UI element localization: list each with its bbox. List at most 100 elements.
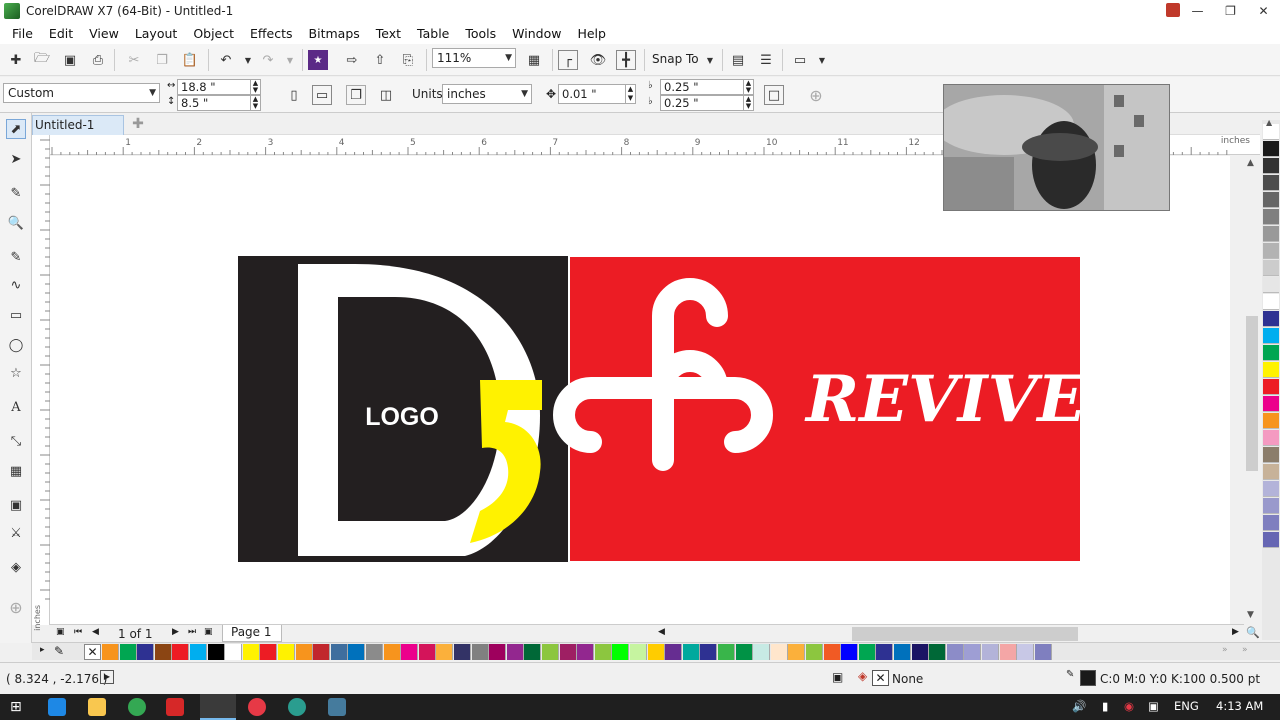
- nudge-spinner[interactable]: ▲ ▼: [625, 85, 635, 103]
- palette-swatch[interactable]: [225, 644, 243, 660]
- scroll-right-icon[interactable]: ▶: [1232, 627, 1239, 637]
- windows-start-icon[interactable]: ⊞: [10, 698, 28, 716]
- palette-swatch[interactable]: [330, 644, 348, 660]
- palette-scroll-up-icon[interactable]: ▲: [1266, 118, 1272, 127]
- palette-swatch[interactable]: [735, 644, 753, 660]
- duplicate-y-input[interactable]: 0.25 " ▲ ▼: [660, 95, 754, 111]
- scroll-left-icon[interactable]: ◀: [658, 627, 665, 637]
- palette-swatch[interactable]: [1263, 464, 1279, 480]
- page-size-combo[interactable]: Custom ▼: [3, 83, 160, 103]
- show-guidelines-icon[interactable]: ╋: [616, 50, 636, 70]
- next-page-icon[interactable]: ▶: [172, 627, 179, 637]
- recorder-icon[interactable]: [288, 698, 306, 716]
- dup-x-spinner[interactable]: ▲ ▼: [743, 80, 753, 94]
- palette-swatch[interactable]: [1263, 498, 1279, 514]
- palette-swatch[interactable]: [1263, 328, 1279, 344]
- height-spinner[interactable]: ▲ ▼: [250, 96, 260, 110]
- zoom-level-combo[interactable]: 111% ▼: [432, 48, 516, 68]
- crop-tool-icon[interactable]: ✎: [6, 183, 26, 203]
- palette-swatch[interactable]: [594, 644, 612, 660]
- palette-swatch[interactable]: [1263, 532, 1279, 548]
- maximize-button[interactable]: ❐: [1214, 0, 1247, 22]
- clock[interactable]: 4:13 AM: [1216, 699, 1263, 713]
- fill-none-swatch[interactable]: ✕: [872, 670, 889, 686]
- extrude-tool-icon[interactable]: ▣: [6, 495, 26, 515]
- palette-swatch[interactable]: [823, 644, 841, 660]
- palette-swatch[interactable]: [154, 644, 172, 660]
- snap-to-dropdown-icon[interactable]: ▼: [700, 50, 720, 70]
- palette-swatch[interactable]: [278, 644, 295, 660]
- options-icon[interactable]: ▤: [728, 50, 748, 70]
- eyedropper-tool-icon[interactable]: ⚔: [6, 523, 26, 543]
- app-icon[interactable]: [328, 698, 346, 716]
- vertical-scroll-thumb[interactable]: [1246, 316, 1258, 471]
- palette-swatch[interactable]: [577, 644, 595, 660]
- palette-swatch[interactable]: [1263, 158, 1279, 174]
- page-height-input[interactable]: 8.5 " ▲ ▼: [177, 95, 261, 111]
- palette-swatch[interactable]: [1263, 277, 1279, 293]
- palette-scroll-left-icon[interactable]: ▸: [40, 645, 45, 655]
- shape-tool-icon[interactable]: ➤: [6, 149, 26, 169]
- palette-swatch[interactable]: [242, 644, 260, 660]
- prev-page-icon[interactable]: ◀: [92, 627, 99, 637]
- palette-swatch[interactable]: [858, 644, 876, 660]
- palette-swatch[interactable]: [964, 644, 982, 660]
- artistic-media-tool-icon[interactable]: ∿: [6, 275, 26, 295]
- palette-swatch[interactable]: [876, 644, 894, 660]
- palette-swatch[interactable]: [630, 644, 647, 660]
- menu-view[interactable]: View: [81, 26, 127, 41]
- menu-text[interactable]: Text: [368, 26, 409, 41]
- copy-icon[interactable]: ❐: [152, 50, 172, 70]
- publish-pdf-icon[interactable]: ⎘: [398, 50, 418, 70]
- coreldraw-taskbar-icon[interactable]: [200, 694, 236, 720]
- no-color-swatch[interactable]: ✕: [84, 644, 101, 660]
- palette-swatch[interactable]: [524, 644, 542, 660]
- page-width-input[interactable]: 18.8 " ▲ ▼: [177, 79, 261, 95]
- pick-tool-icon[interactable]: ⬈: [6, 119, 26, 139]
- palette-swatch[interactable]: [313, 644, 331, 660]
- palette-swatch[interactable]: [401, 644, 419, 660]
- palette-swatch[interactable]: [806, 644, 823, 660]
- palette-swatch[interactable]: [436, 644, 454, 660]
- palette-swatch[interactable]: [1263, 260, 1279, 276]
- menu-edit[interactable]: Edit: [41, 26, 81, 41]
- palette-swatch[interactable]: [841, 644, 859, 660]
- rectangle-tool-icon[interactable]: ▭: [6, 305, 26, 325]
- zoom-tool-icon[interactable]: 🔍: [6, 213, 26, 233]
- palette-eyedropper-icon[interactable]: ✎: [54, 644, 64, 658]
- redo-dropdown-icon[interactable]: ▼: [280, 50, 300, 70]
- palette-swatch[interactable]: [542, 644, 559, 660]
- show-grid-icon[interactable]: 👁: [588, 50, 608, 70]
- parallel-dimension-tool-icon[interactable]: ⤡: [6, 431, 26, 451]
- palette-swatch[interactable]: [770, 644, 788, 660]
- import-icon[interactable]: ⇨: [342, 50, 362, 70]
- palette-swatch[interactable]: [1017, 644, 1035, 660]
- palette-swatch[interactable]: [1263, 192, 1279, 208]
- palette-menu-icon[interactable]: »: [1242, 645, 1248, 655]
- palette-swatch[interactable]: [559, 644, 577, 660]
- palette-swatch[interactable]: [1263, 430, 1279, 446]
- palette-swatch[interactable]: [1263, 362, 1279, 378]
- palette-swatch[interactable]: [418, 644, 436, 660]
- edge-browser-icon[interactable]: [48, 698, 66, 716]
- palette-swatch[interactable]: [718, 644, 735, 660]
- palette-swatch[interactable]: [348, 644, 366, 660]
- palette-swatch[interactable]: [366, 644, 383, 660]
- palette-swatch[interactable]: [1263, 481, 1279, 497]
- palette-swatch[interactable]: [1263, 379, 1279, 395]
- treat-as-filled-icon[interactable]: □: [764, 85, 784, 105]
- palette-swatch[interactable]: [1263, 515, 1279, 531]
- menu-table[interactable]: Table: [409, 26, 457, 41]
- close-button[interactable]: ✕: [1247, 0, 1280, 22]
- palette-swatch[interactable]: [489, 644, 507, 660]
- landscape-icon[interactable]: ▭: [312, 85, 332, 105]
- volume-icon[interactable]: 🔊: [1072, 699, 1086, 713]
- search-content-icon[interactable]: ★: [308, 50, 328, 70]
- menu-help[interactable]: Help: [569, 26, 614, 41]
- welcome-dropdown-icon[interactable]: ▼: [812, 50, 832, 70]
- palette-swatch[interactable]: [982, 644, 999, 660]
- save-icon[interactable]: ▣: [60, 50, 80, 70]
- add-tool-icon[interactable]: ⊕: [6, 597, 26, 617]
- export-icon[interactable]: ⇧: [370, 50, 390, 70]
- palette-swatch[interactable]: [137, 644, 155, 660]
